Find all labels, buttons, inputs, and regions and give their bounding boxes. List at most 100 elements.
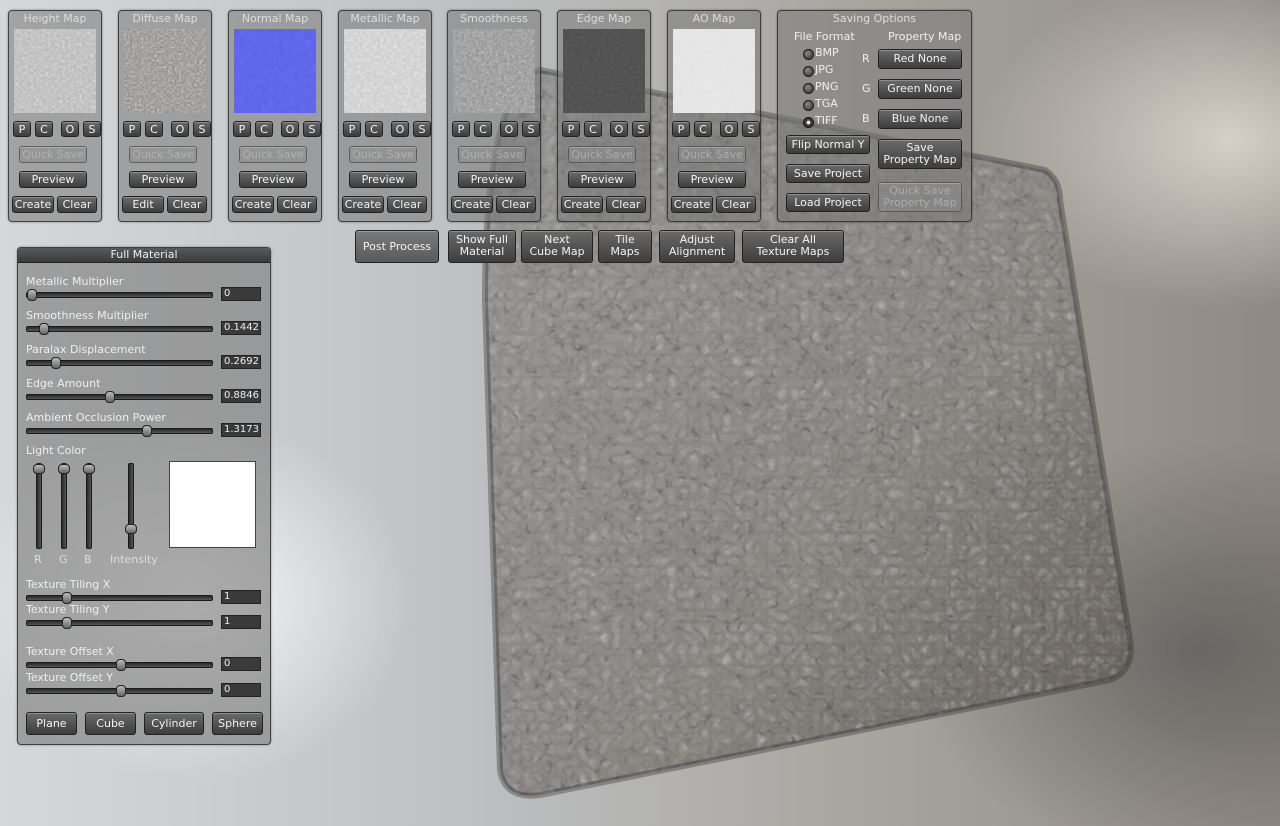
offset-y-knob[interactable] [115,685,126,697]
smoothness-map-s-button[interactable]: S [522,121,540,137]
height-map-o-button[interactable]: O [61,121,79,137]
channel-r-select[interactable]: Red None [878,49,962,69]
light-r-knob[interactable] [33,464,45,474]
tiling-x-value[interactable]: 1 [221,590,261,604]
normal-map-quick-save-button[interactable]: Quick Save [239,146,307,163]
normal-map-thumbnail[interactable] [234,29,316,113]
diffuse-map-edit-button[interactable]: Edit [122,196,164,213]
offset-x-knob[interactable] [115,659,126,671]
ao-map-p-button[interactable]: P [672,121,690,137]
smoothness-map-p-button[interactable]: P [452,121,470,137]
format-tiff-radio[interactable] [803,117,814,128]
post-process-button[interactable]: Post Process [355,230,439,263]
offset-y-slider[interactable] [26,685,213,697]
format-bmp-radio[interactable] [803,49,814,60]
normal-map-clear-button[interactable]: Clear [277,196,317,213]
edge-map-c-button[interactable]: C [584,121,602,137]
metallic-map-quick-save-button[interactable]: Quick Save [349,146,417,163]
smoothness-map-c-button[interactable]: C [474,121,492,137]
ao-map-preview-button[interactable]: Preview [678,171,746,188]
light-intensity-slider[interactable] [125,463,137,549]
edge-map-preview-button[interactable]: Preview [568,171,636,188]
height-map-preview-button[interactable]: Preview [19,171,87,188]
metallic-map-p-button[interactable]: P [343,121,361,137]
normal-map-create-button[interactable]: Create [232,196,274,213]
height-map-create-button[interactable]: Create [12,196,54,213]
ambient-occlusion-power-slider[interactable] [26,425,213,437]
light-b-slider[interactable] [83,463,95,549]
height-map-quick-save-button[interactable]: Quick Save [19,146,87,163]
smoothness-map-quick-save-button[interactable]: Quick Save [458,146,526,163]
diffuse-map-s-button[interactable]: S [193,121,211,137]
height-map-s-button[interactable]: S [83,121,101,137]
show-full-material-button[interactable]: Show Full Material [448,230,516,263]
channel-g-select[interactable]: Green None [878,79,962,99]
shape-sphere-button[interactable]: Sphere [212,712,263,735]
ao-map-c-button[interactable]: C [694,121,712,137]
light-r-slider[interactable] [33,463,45,549]
normal-map-preview-button[interactable]: Preview [239,171,307,188]
next-cube-map-button[interactable]: Next Cube Map [521,230,593,263]
edge-map-thumbnail[interactable] [563,29,645,113]
ao-map-s-button[interactable]: S [742,121,760,137]
height-map-p-button[interactable]: P [13,121,31,137]
adjust-alignment-button[interactable]: Adjust Alignment [659,230,735,263]
smoothness-map-thumbnail[interactable] [453,29,535,113]
paralax-displacement-value[interactable]: 0.2692 [221,355,261,369]
ao-map-create-button[interactable]: Create [671,196,713,213]
format-png-radio[interactable] [803,83,814,94]
paralax-displacement-knob[interactable] [50,357,61,369]
height-map-clear-button[interactable]: Clear [57,196,97,213]
format-jpg-radio[interactable] [803,66,814,77]
edge-map-o-button[interactable]: O [610,121,628,137]
light-g-knob[interactable] [58,464,70,474]
format-tga-radio[interactable] [803,100,814,111]
save-property-map-button[interactable]: Save Property Map [878,139,962,169]
diffuse-map-o-button[interactable]: O [171,121,189,137]
smoothness-map-clear-button[interactable]: Clear [496,196,536,213]
smoothness-multiplier-value[interactable]: 0.1442 [221,321,261,335]
metallic-map-o-button[interactable]: O [391,121,409,137]
normal-map-s-button[interactable]: S [303,121,321,137]
smoothness-map-create-button[interactable]: Create [451,196,493,213]
light-b-knob[interactable] [83,464,95,474]
edge-amount-knob[interactable] [104,391,115,403]
clear-all-texture-maps-button[interactable]: Clear All Texture Maps [742,230,844,263]
tiling-y-value[interactable]: 1 [221,615,261,629]
diffuse-map-thumbnail[interactable] [124,29,206,113]
height-map-c-button[interactable]: C [35,121,53,137]
metallic-map-preview-button[interactable]: Preview [349,171,417,188]
diffuse-map-clear-button[interactable]: Clear [167,196,207,213]
quick-save-property-map-button[interactable]: Quick Save Property Map [878,182,962,212]
metallic-map-s-button[interactable]: S [413,121,431,137]
metallic-map-create-button[interactable]: Create [342,196,384,213]
height-map-thumbnail[interactable] [14,29,96,113]
ambient-occlusion-power-value[interactable]: 1.3173 [221,423,261,437]
offset-x-value[interactable]: 0 [221,657,261,671]
offset-x-slider[interactable] [26,659,213,671]
edge-map-create-button[interactable]: Create [561,196,603,213]
edge-map-s-button[interactable]: S [632,121,650,137]
smoothness-map-preview-button[interactable]: Preview [458,171,526,188]
edge-map-quick-save-button[interactable]: Quick Save [568,146,636,163]
metallic-map-clear-button[interactable]: Clear [387,196,427,213]
light-color-swatch[interactable] [169,461,256,548]
ao-map-clear-button[interactable]: Clear [716,196,756,213]
diffuse-map-preview-button[interactable]: Preview [129,171,197,188]
normal-map-o-button[interactable]: O [281,121,299,137]
diffuse-map-quick-save-button[interactable]: Quick Save [129,146,197,163]
tiling-y-knob[interactable] [62,617,73,629]
edge-amount-slider[interactable] [26,391,213,403]
metallic-map-thumbnail[interactable] [344,29,426,113]
edge-map-clear-button[interactable]: Clear [606,196,646,213]
tiling-y-slider[interactable] [26,617,213,629]
tile-maps-button[interactable]: Tile Maps [598,230,652,263]
normal-map-c-button[interactable]: C [255,121,273,137]
normal-map-p-button[interactable]: P [233,121,251,137]
save-project-button[interactable]: Save Project [786,164,870,183]
edge-map-p-button[interactable]: P [562,121,580,137]
flip-normal-y-button[interactable]: Flip Normal Y [786,135,870,154]
smoothness-multiplier-slider[interactable] [26,323,213,335]
diffuse-map-p-button[interactable]: P [123,121,141,137]
metallic-multiplier-value[interactable]: 0 [221,287,261,301]
